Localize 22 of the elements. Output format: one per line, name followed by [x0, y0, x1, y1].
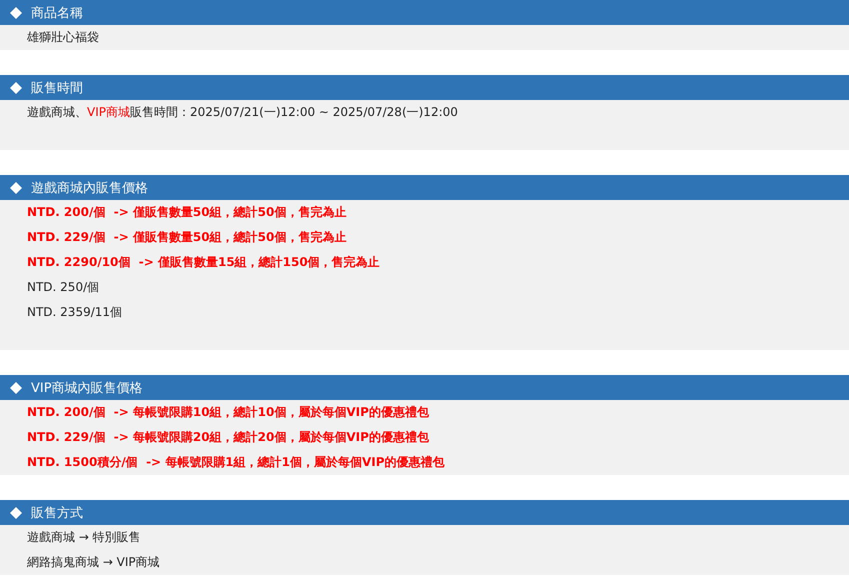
info-text: NTD. 229/個 -> 每帳號限購20組，總計20個，屬於每個VIP的優惠禮包	[27, 429, 429, 446]
info-text: 遊戲商城 → 特別販售	[27, 529, 141, 546]
info-text: NTD. 200/個 -> 僅販售數量50組，總計50個，售完為止	[27, 204, 346, 221]
info-text: NTD. 2290/10個 -> 僅販售數量15組，總計150個，售完為止	[27, 254, 380, 271]
section-title: 商品名稱	[31, 4, 83, 22]
section-title: 販售時間	[31, 80, 83, 96]
diamond-icon	[10, 82, 22, 94]
diamond-icon	[10, 506, 22, 518]
info-text: 雄獅壯心福袋	[27, 29, 99, 46]
info-text: 遊戲商城、VIP商城販售時間：2025/07/21(一)12:00 ~ 2025/07/28(一)12:00	[27, 104, 458, 121]
diamond-icon	[10, 182, 22, 194]
info-text: NTD. 1500積分/個 -> 每帳號限購1組，總計1個，屬於每個VIP的優惠禮包	[27, 454, 445, 471]
section-title: 遊戲商城內販售價格	[31, 180, 148, 196]
section-title: VIP商城內販售價格	[31, 380, 143, 396]
info-text: 網路搞鬼商城 → VIP商城	[27, 554, 160, 571]
diamond-icon	[10, 382, 22, 394]
info-text: NTD. 200/個 -> 每帳號限購10組，總計10個，屬於每個VIP的優惠禮包	[27, 404, 429, 421]
info-text: NTD. 229/個 -> 僅販售數量50組，總計50個，售完為止	[27, 229, 346, 246]
info-text: NTD. 2359/11個	[27, 304, 122, 321]
diamond-icon	[10, 6, 22, 18]
section-title: 販售方式	[31, 504, 83, 522]
info-text: NTD. 250/個	[27, 279, 100, 296]
